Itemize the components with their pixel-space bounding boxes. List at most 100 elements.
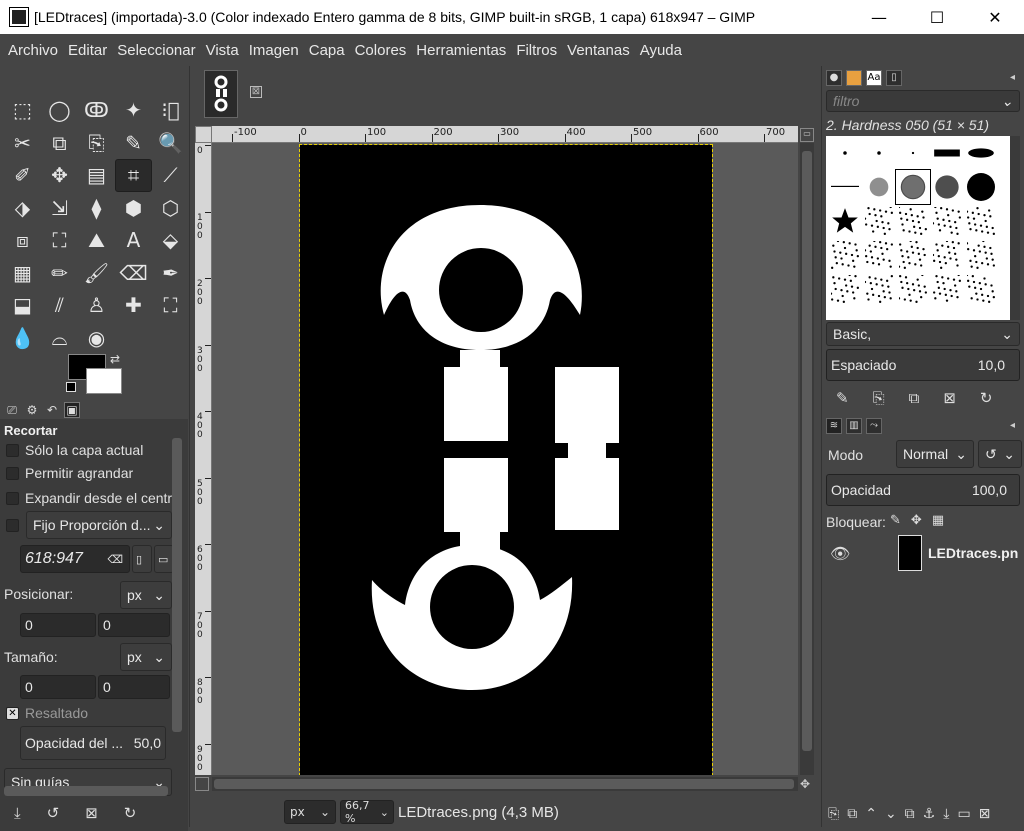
eye-visibility-icon[interactable]: 👁: [830, 544, 858, 563]
position-x-field[interactable]: 0: [20, 613, 96, 637]
brush-preset-combo[interactable]: Basic, ⌄: [826, 322, 1020, 346]
brushes-tab-icon[interactable]: ●: [826, 70, 842, 86]
tool-button-17[interactable]: ⧫: [78, 192, 115, 225]
position-y-field[interactable]: 0: [98, 613, 170, 637]
tool-button-37[interactable]: ◉: [78, 322, 115, 355]
tool-button-32[interactable]: ♙: [78, 289, 115, 322]
save-options-icon[interactable]: ⤓: [14, 804, 21, 822]
layers-dock-menu-icon[interactable]: ◂: [1010, 420, 1015, 431]
tool-button-36[interactable]: ⌓: [41, 322, 78, 355]
zoom-combo[interactable]: 66,7 % ⌄: [340, 799, 394, 825]
tool-button-31[interactable]: ⫽: [41, 289, 78, 322]
channels-tab-icon[interactable]: ▥: [846, 418, 862, 434]
brush-preview[interactable]: [930, 272, 964, 306]
menu-seleccionar[interactable]: Seleccionar: [112, 42, 200, 59]
layer-opacity-slider[interactable]: Opacidad 100,0: [826, 474, 1020, 506]
brush-preview[interactable]: [895, 169, 931, 205]
image-tab-thumbnail[interactable]: [204, 70, 238, 118]
brushes-scrollbar[interactable]: [1010, 136, 1020, 320]
tool-button-11[interactable]: ✥: [41, 159, 78, 192]
tool-button-6[interactable]: ⧉: [41, 127, 78, 160]
brush-preview[interactable]: [896, 136, 930, 170]
tool-button-30[interactable]: ⬓: [4, 289, 41, 322]
canvas-view[interactable]: [212, 143, 798, 775]
brush-preview[interactable]: [930, 136, 964, 170]
brush-preview[interactable]: [896, 238, 930, 272]
tool-button-20[interactable]: ⧈: [4, 224, 41, 257]
menu-editar[interactable]: Editar: [63, 42, 112, 59]
reset-options-icon[interactable]: ↻: [124, 804, 137, 822]
tool-button-25[interactable]: ▦: [4, 257, 41, 290]
tool-button-5[interactable]: ✂: [4, 127, 41, 160]
delete-brush-icon[interactable]: ⊠: [943, 389, 956, 407]
mode-reset-combo[interactable]: ↺ ⌄: [978, 440, 1022, 468]
menu-filtros[interactable]: Filtros: [511, 42, 562, 59]
tool-button-7[interactable]: ⎘: [78, 127, 115, 160]
options-hscrollbar[interactable]: [4, 786, 168, 796]
brush-preview[interactable]: [964, 238, 998, 272]
tool-button-9[interactable]: 🔍: [152, 127, 189, 160]
maximize-button[interactable]: ☐: [908, 0, 966, 34]
clear-icon[interactable]: ⌫: [107, 553, 123, 566]
tool-button-14[interactable]: ⟋: [152, 159, 189, 192]
brush-preview[interactable]: [964, 204, 998, 238]
brush-preview[interactable]: [862, 204, 896, 238]
menu-capa[interactable]: Capa: [304, 42, 350, 59]
tool-button-1[interactable]: ◯: [41, 94, 78, 127]
brush-preview[interactable]: [828, 238, 862, 272]
background-color-swatch[interactable]: [86, 368, 122, 394]
highlight-checkbox[interactable]: ✕ Resaltado: [6, 705, 88, 721]
brush-preview[interactable]: [828, 272, 862, 306]
brush-preview[interactable]: [862, 272, 896, 306]
close-tab-icon[interactable]: ⊠: [250, 86, 262, 98]
tool-button-4[interactable]: ⁝⃞: [152, 94, 189, 127]
restore-options-icon[interactable]: ↺: [47, 804, 60, 822]
tool-button-18[interactable]: ⬢: [115, 192, 152, 225]
fonts-tab-icon[interactable]: Aa: [866, 70, 882, 86]
image-canvas[interactable]: [299, 144, 713, 775]
checkbox-box[interactable]: [6, 491, 19, 505]
menu-imagen[interactable]: Imagen: [244, 42, 304, 59]
tool-button-26[interactable]: ✏: [41, 257, 78, 290]
paths-tab-icon[interactable]: ⤳: [866, 418, 882, 434]
landscape-icon[interactable]: ▭: [154, 545, 174, 573]
fixed-aspect-combo[interactable]: Fijo Proporción d... ⌄: [26, 511, 172, 539]
menu-colores[interactable]: Colores: [350, 42, 412, 59]
new-layer-icon[interactable]: ⎘: [828, 806, 839, 822]
images-tab-icon[interactable]: ▣: [64, 402, 80, 418]
document-history-tab-icon[interactable]: ▯: [886, 70, 902, 86]
portrait-icon[interactable]: ▯: [132, 545, 152, 573]
brush-preview[interactable]: [896, 272, 930, 306]
brush-preview[interactable]: [964, 136, 998, 170]
brush-filter-combo[interactable]: filtro ⌄: [826, 90, 1020, 112]
checkbox-box[interactable]: [6, 466, 19, 480]
options-scrollbar[interactable]: [172, 438, 182, 732]
scrollbar-thumb[interactable]: [802, 151, 812, 751]
tool-button-35[interactable]: 💧: [4, 322, 41, 355]
delete-layer-icon[interactable]: ⊠: [979, 806, 991, 822]
lower-layer-icon[interactable]: ⌄: [885, 806, 897, 822]
brush-spacing-slider[interactable]: Espaciado 10,0: [826, 349, 1020, 381]
layer-row[interactable]: 👁 LEDtraces.pn: [826, 532, 1022, 574]
tool-button-12[interactable]: ▤: [78, 159, 115, 192]
checkbox-box[interactable]: [6, 519, 19, 532]
brush-preview[interactable]: [862, 136, 896, 170]
unit-combo[interactable]: px ⌄: [284, 800, 336, 824]
raise-layer-icon[interactable]: ⌃: [865, 806, 877, 822]
highlight-opacity-slider[interactable]: Opacidad del ... 50,0: [20, 726, 166, 760]
tool-button-21[interactable]: ⛶: [41, 224, 78, 257]
brush-preview[interactable]: [930, 170, 964, 204]
minimize-button[interactable]: —: [850, 0, 908, 34]
tool-button-27[interactable]: 🖌: [78, 257, 115, 290]
layers-tab-icon[interactable]: ≋: [826, 418, 842, 434]
checkbox-box[interactable]: ✕: [6, 706, 19, 720]
aspect-ratio-field[interactable]: 618:947 ⌫: [20, 545, 130, 573]
checkbox-box[interactable]: [6, 443, 19, 457]
tool-button-28[interactable]: ⌫: [115, 257, 152, 290]
brush-preview[interactable]: [862, 170, 896, 204]
layer-mode-combo[interactable]: Normal ⌄: [896, 440, 974, 468]
duplicate-brush-icon[interactable]: ⧉: [909, 389, 920, 407]
tool-button-0[interactable]: ⬚: [4, 94, 41, 127]
fixed-checkbox[interactable]: [6, 519, 19, 532]
canvas-vertical-scrollbar[interactable]: [800, 143, 814, 775]
